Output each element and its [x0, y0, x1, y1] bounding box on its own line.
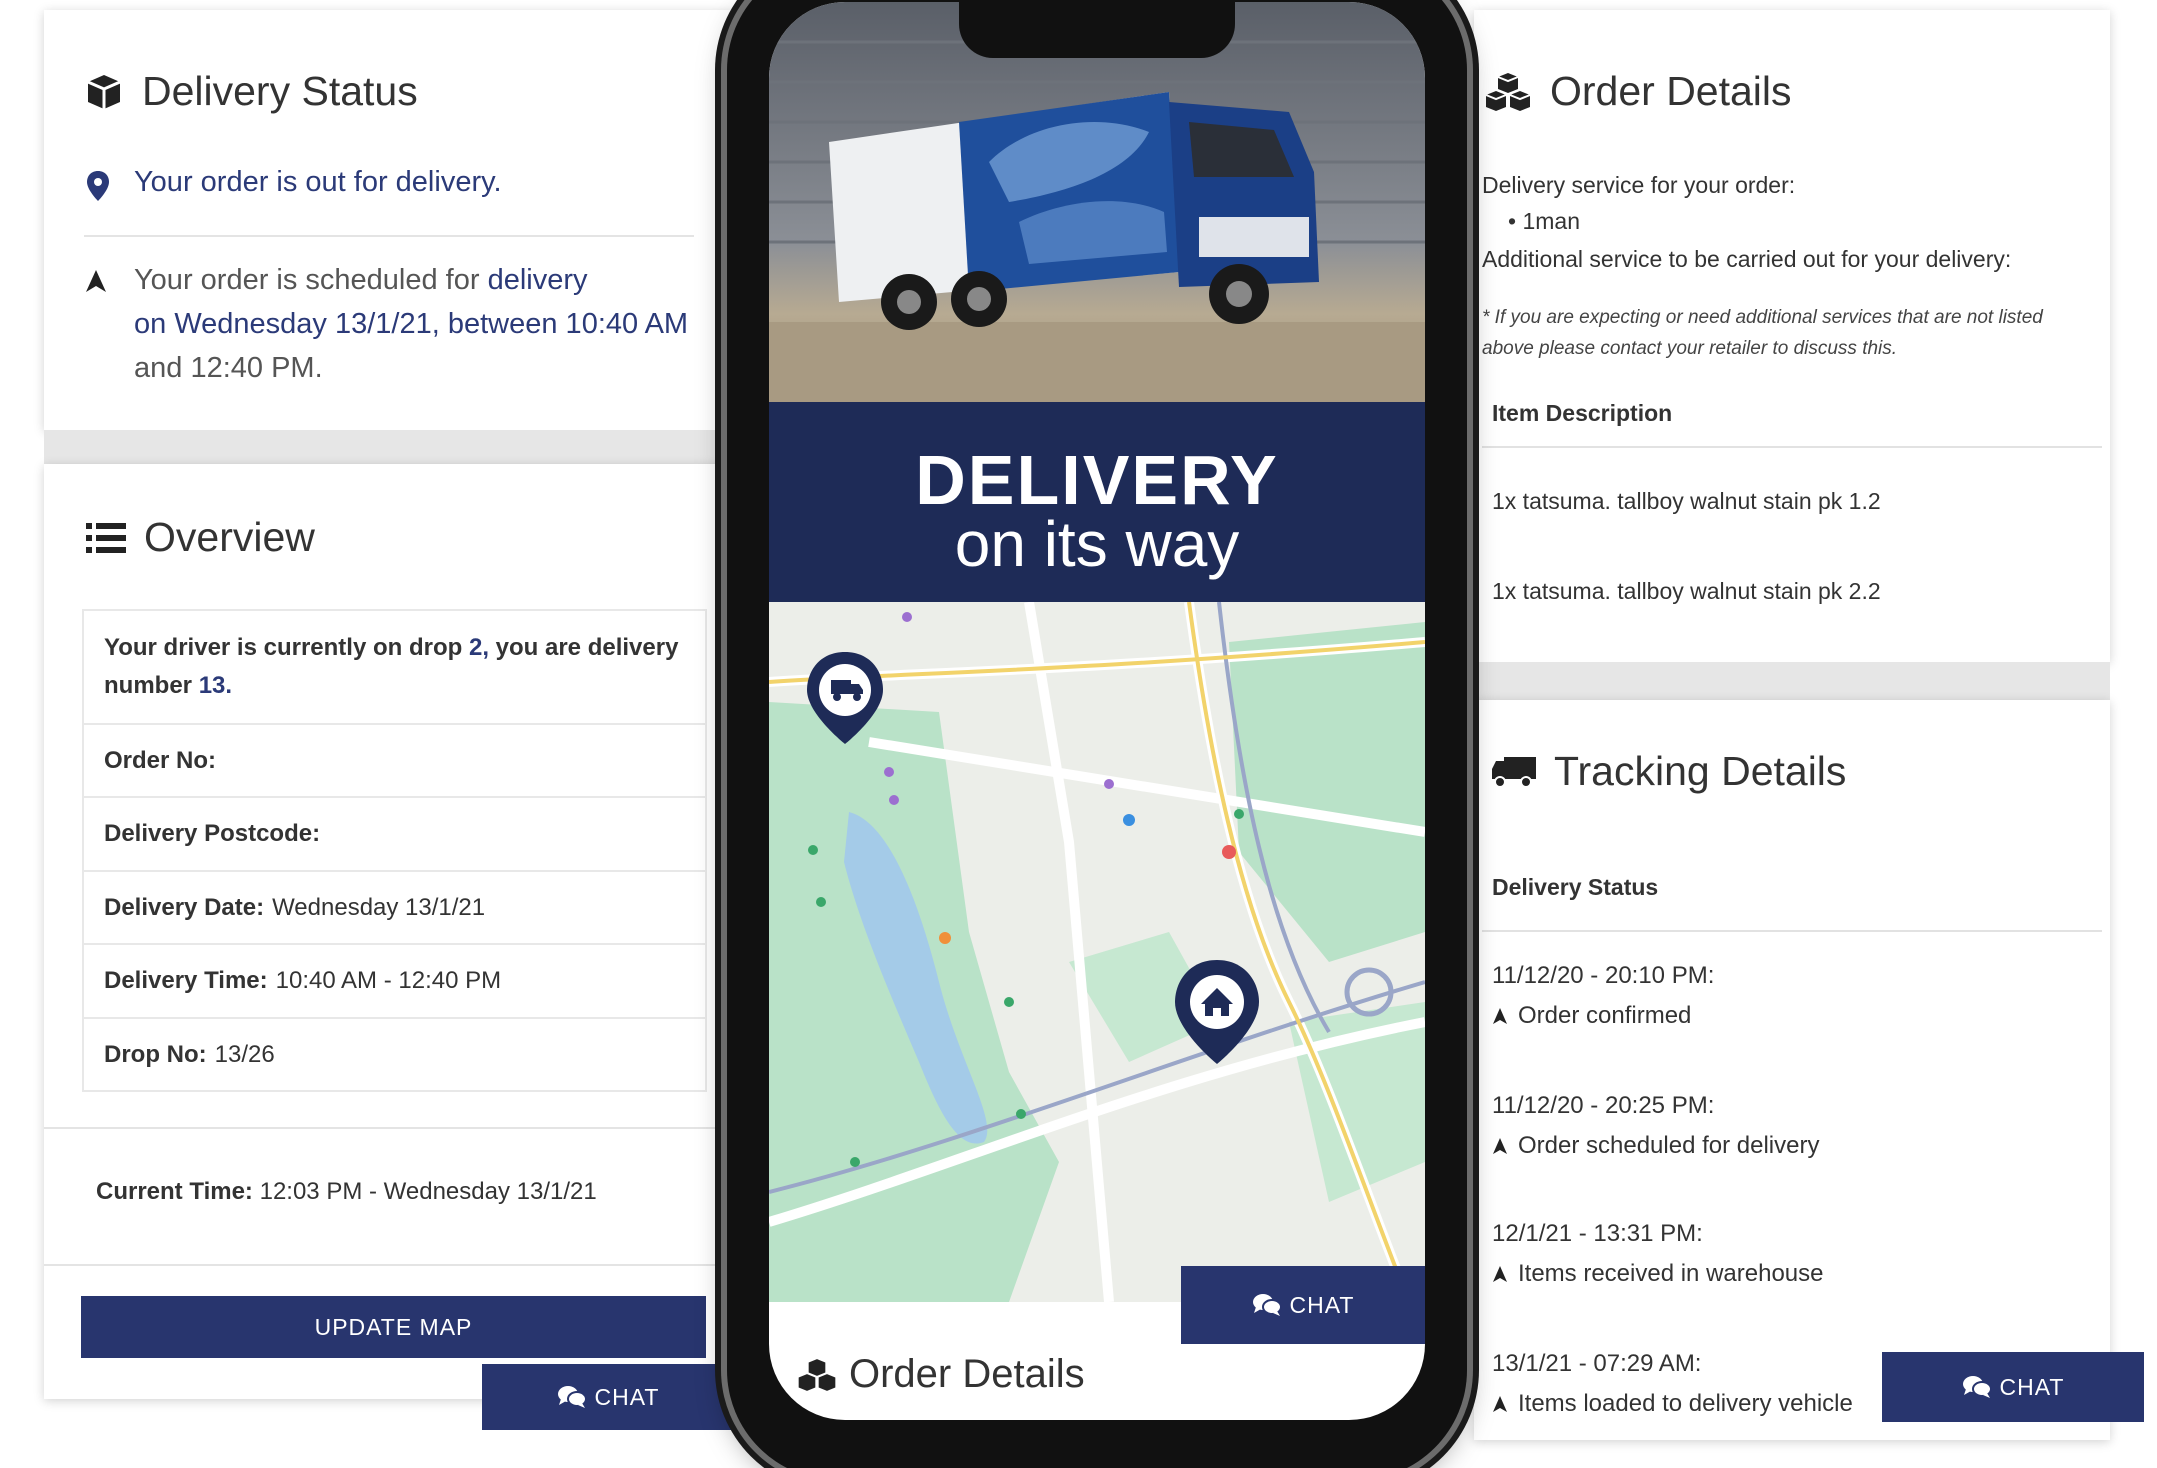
- event-desc: Items loaded to delivery vehicle: [1492, 1390, 1853, 1418]
- event-desc: Order confirmed: [1492, 1002, 1691, 1030]
- chat-bubbles-icon: [557, 1386, 587, 1408]
- box-icon: [87, 74, 121, 109]
- list-icon: [86, 522, 126, 553]
- phone-mockup: DELIVERY on its way CHAT Order Details: [727, 0, 1467, 1468]
- arrow-up-icon: [86, 270, 106, 292]
- event-time: 11/12/20 - 20:10 PM:: [1492, 962, 1715, 989]
- update-map-button[interactable]: UPDATE MAP: [81, 1296, 706, 1358]
- arrow-up-icon: [1493, 1396, 1507, 1412]
- tracking-map[interactable]: [769, 602, 1425, 1302]
- map-marker-icon: [87, 171, 109, 201]
- tracking-details-card: Tracking Details Delivery Status 11/12/2…: [1474, 700, 2110, 1440]
- service-item: • 1man: [1508, 208, 1580, 234]
- boxes-icon: [1485, 72, 1531, 111]
- event-desc: Order scheduled for delivery: [1492, 1132, 1819, 1160]
- overview-title: Overview: [86, 514, 315, 561]
- order-details-card: Order Details Delivery service for your …: [1474, 10, 2110, 662]
- truck-illustration: [769, 40, 1425, 402]
- delivery-status-header: Delivery Status: [1492, 874, 1659, 900]
- drop-no-row: Drop No: 13/26: [84, 1017, 705, 1090]
- event-time: 13/1/21 - 07:29 AM:: [1492, 1350, 1702, 1377]
- delivery-banner: DELIVERY on its way: [769, 402, 1425, 602]
- chat-button-left[interactable]: CHAT: [482, 1364, 734, 1430]
- delivery-date-row: Delivery Date: Wednesday 13/1/21: [84, 870, 705, 943]
- status-scheduled: Your order is scheduled for delivery on …: [134, 264, 689, 384]
- divider: [1482, 930, 2102, 932]
- chat-button-phone[interactable]: CHAT: [1181, 1266, 1425, 1344]
- phone-notch: [959, 2, 1235, 58]
- item-2: 1x tatsuma. tallboy walnut stain pk 2.2: [1492, 578, 1881, 604]
- delivery-status-card: Delivery Status Your order is out for de…: [44, 10, 734, 430]
- event-desc: Items received in warehouse: [1492, 1260, 1823, 1288]
- driver-progress-row: Your driver is currently on drop 2, you …: [104, 634, 679, 699]
- boxes-icon: [798, 1358, 836, 1391]
- phone-order-details-heading: Order Details: [797, 1352, 1085, 1397]
- item-description-header: Item Description: [1492, 400, 1673, 426]
- phone-screen: DELIVERY on its way CHAT Order Details: [769, 2, 1425, 1420]
- truck-icon: [1492, 756, 1536, 788]
- arrow-up-icon: [1493, 1266, 1507, 1282]
- status-out-for-delivery: Your order is out for delivery.: [134, 166, 502, 198]
- divider: [44, 1127, 734, 1129]
- panel-gap: [44, 430, 734, 464]
- current-time: Current Time: 12:03 PM - Wednesday 13/1/…: [96, 1178, 597, 1205]
- delivery-status-title: Delivery Status: [84, 68, 418, 115]
- delivery-time-row: Delivery Time: 10:40 AM - 12:40 PM: [84, 943, 705, 1017]
- additional-service-label: Additional service to be carried out for…: [1482, 246, 2012, 272]
- additional-services-note: * If you are expecting or need additiona…: [1482, 307, 2043, 359]
- event-time: 12/1/21 - 13:31 PM:: [1492, 1220, 1703, 1247]
- chat-bubbles-icon: [1962, 1376, 1992, 1398]
- map-graphic: [769, 602, 1425, 1302]
- arrow-up-icon: [1493, 1008, 1507, 1024]
- delivery-truck-image: [769, 2, 1425, 402]
- panel-gap: [1474, 662, 2110, 700]
- postcode-row: Delivery Postcode:: [84, 796, 705, 870]
- divider: [1482, 446, 2102, 448]
- tracking-details-title: Tracking Details: [1492, 748, 1846, 795]
- overview-table: Your driver is currently on drop 2, you …: [82, 609, 707, 1092]
- arrow-up-icon: [1493, 1138, 1507, 1154]
- banner-subtitle: on its way: [954, 508, 1240, 580]
- service-label: Delivery service for your order:: [1482, 172, 1796, 198]
- overview-card: Overview Your driver is currently on dro…: [44, 464, 734, 1399]
- divider: [44, 1264, 734, 1266]
- divider: [84, 235, 694, 237]
- item-1: 1x tatsuma. tallboy walnut stain pk 1.2: [1492, 488, 1881, 514]
- chat-bubbles-icon: [1252, 1294, 1282, 1316]
- order-details-title: Order Details: [1484, 68, 1792, 115]
- chat-button-right[interactable]: CHAT: [1882, 1352, 2144, 1422]
- event-time: 11/12/20 - 20:25 PM:: [1492, 1092, 1715, 1119]
- order-no-row: Order No:: [84, 723, 705, 796]
